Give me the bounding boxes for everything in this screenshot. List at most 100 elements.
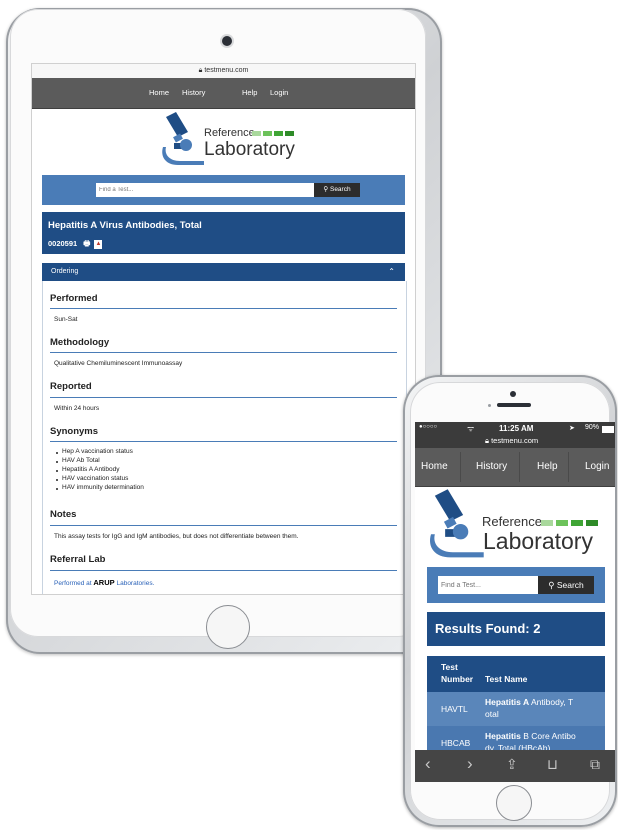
status-time: 11:25 AM bbox=[499, 424, 534, 433]
test-name-rest: Antibody, T bbox=[529, 697, 574, 707]
notes-text: This assay tests for IgG and IgM antibod… bbox=[54, 533, 299, 540]
divider bbox=[50, 397, 397, 398]
logo-bar bbox=[285, 131, 294, 136]
logo-bar bbox=[556, 520, 568, 526]
tablet-url: testmenu.com bbox=[204, 67, 249, 74]
logo-text-reference: Reference bbox=[204, 127, 255, 139]
wifi-icon: ᯤ bbox=[467, 424, 475, 433]
battery-percent: 90% bbox=[585, 424, 600, 431]
reference-lab-logo[interactable]: Reference Laboratory bbox=[160, 111, 300, 169]
divider bbox=[50, 441, 397, 442]
ordering-accordion-header[interactable]: Ordering ⌃ bbox=[42, 263, 405, 281]
nav-home[interactable]: Home bbox=[421, 448, 448, 486]
print-icon[interactable]: 🖶 bbox=[83, 239, 90, 248]
forward-icon[interactable]: › bbox=[467, 754, 473, 774]
tablet-home-button[interactable] bbox=[206, 605, 250, 649]
table-row[interactable]: HAVTL Hepatitis A Antibody, T otal bbox=[427, 692, 605, 726]
nav-history[interactable]: History bbox=[182, 78, 205, 108]
pdf-icon[interactable]: ▲ bbox=[94, 239, 103, 249]
section-heading-methodology: Methodology bbox=[50, 337, 110, 348]
tablet-camera bbox=[222, 36, 232, 46]
phone-camera bbox=[510, 391, 516, 397]
logo-bar bbox=[571, 520, 583, 526]
search-input[interactable] bbox=[438, 576, 538, 594]
phone-home-button[interactable] bbox=[496, 785, 532, 821]
search-button[interactable]: ⚲ Search bbox=[538, 576, 594, 594]
tablet-screen: 🔒︎ testmenu.com Home History Help Login … bbox=[31, 63, 416, 595]
search-button-label: Search bbox=[329, 186, 351, 193]
referral-link[interactable]: Performed at ARUP Laboratories. bbox=[54, 578, 154, 587]
phone-url-text: testmenu.com bbox=[491, 436, 539, 445]
divider bbox=[50, 352, 397, 353]
arup-logo: ARUP bbox=[93, 578, 115, 587]
nav-login[interactable]: Login bbox=[585, 448, 609, 486]
logo-text-laboratory: Laboratory bbox=[204, 139, 295, 160]
column-header-test-number-line2: Number bbox=[441, 674, 474, 684]
search-input[interactable] bbox=[96, 183, 314, 197]
microscope-icon bbox=[162, 112, 204, 165]
test-name-link[interactable]: Hepatitis B Core Antibo bbox=[485, 731, 576, 741]
logo-bar bbox=[274, 131, 283, 136]
search-button[interactable]: ⚲ Search bbox=[314, 183, 360, 197]
synonym-item: Hepatitis A Antibody bbox=[62, 466, 120, 473]
reference-lab-logo[interactable]: Reference Laboratory bbox=[427, 488, 607, 562]
bullet bbox=[56, 488, 58, 490]
section-heading-notes: Notes bbox=[50, 509, 77, 520]
phone-search-bar: ⚲ Search bbox=[427, 567, 605, 603]
page-title: Hepatitis A Virus Antibodies, Total bbox=[48, 220, 202, 231]
synonym-item: HAV Ab Total bbox=[62, 457, 100, 464]
logo-text-laboratory: Laboratory bbox=[483, 528, 593, 554]
lock-icon: 🔒︎ bbox=[198, 67, 203, 74]
test-name-line2: otal bbox=[485, 709, 499, 719]
logo-bar bbox=[263, 131, 272, 136]
reported-text: Within 24 hours bbox=[54, 405, 100, 412]
phone-navbar: Home History Help Login bbox=[415, 448, 615, 487]
search-button-label: Search bbox=[556, 580, 584, 590]
bullet bbox=[56, 461, 58, 463]
test-name-bold: Hepatitis bbox=[485, 731, 521, 741]
divider bbox=[50, 570, 397, 571]
test-name-bold: Hepatitis A bbox=[485, 697, 530, 707]
synonym-item: Hep A vaccination status bbox=[62, 448, 133, 455]
logo-text-reference: Reference bbox=[482, 514, 542, 529]
tabs-icon[interactable]: ⧉ bbox=[590, 756, 600, 773]
signal-strength: ●○○○○ bbox=[419, 424, 438, 430]
bookmarks-icon[interactable]: ⊔ bbox=[547, 756, 558, 773]
synonym-item: HAV immunity determination bbox=[62, 484, 144, 491]
share-icon[interactable]: ⇪ bbox=[506, 756, 518, 773]
tablet-search-bar: ⚲ Search bbox=[42, 175, 405, 205]
search-icon: ⚲ bbox=[548, 580, 555, 590]
nav-help[interactable]: Help bbox=[242, 78, 257, 108]
test-number: HBCAB bbox=[441, 738, 471, 748]
test-code: 0020591 🖶 ▲ bbox=[48, 238, 103, 251]
nav-history[interactable]: History bbox=[476, 448, 507, 486]
test-name-link[interactable]: Hepatitis A Antibody, T bbox=[485, 697, 573, 707]
performed-text: Sun-Sat bbox=[54, 316, 78, 323]
nav-help[interactable]: Help bbox=[537, 448, 558, 486]
search-icon: ⚲ bbox=[323, 186, 329, 193]
test-code-value: 0020591 bbox=[48, 239, 78, 248]
logo-bar bbox=[586, 520, 598, 526]
back-icon[interactable]: ‹ bbox=[425, 754, 431, 774]
logo-bar bbox=[252, 131, 261, 136]
nav-login[interactable]: Login bbox=[270, 78, 288, 108]
bullet bbox=[56, 452, 58, 454]
section-heading-synonyms: Synonyms bbox=[50, 426, 99, 437]
section-heading-referral-lab: Referral Lab bbox=[50, 554, 106, 565]
ordering-label: Ordering bbox=[51, 268, 79, 275]
tablet-url-bar[interactable]: 🔒︎ testmenu.com bbox=[32, 64, 415, 78]
microscope-icon bbox=[430, 489, 484, 558]
nav-home[interactable]: Home bbox=[149, 78, 169, 108]
location-icon: ➤ bbox=[569, 425, 575, 432]
referral-text-before: Performed at bbox=[54, 580, 92, 587]
divider bbox=[50, 308, 397, 309]
column-header-test-name: Test Name bbox=[485, 674, 528, 684]
methodology-text: Qualitative Chemiluminescent Immunoassay bbox=[54, 360, 183, 367]
safari-toolbar: ‹ › ⇪ ⊔ ⧉ bbox=[415, 750, 615, 782]
test-name-rest: B Core Antibo bbox=[520, 731, 576, 741]
bullet bbox=[56, 470, 58, 472]
chevron-up-icon[interactable]: ⌃ bbox=[388, 263, 395, 281]
phone-url[interactable]: 🔒︎ testmenu.com bbox=[485, 436, 538, 446]
synonym-item: HAV vaccination status bbox=[62, 475, 129, 482]
nav-divider bbox=[460, 452, 461, 482]
